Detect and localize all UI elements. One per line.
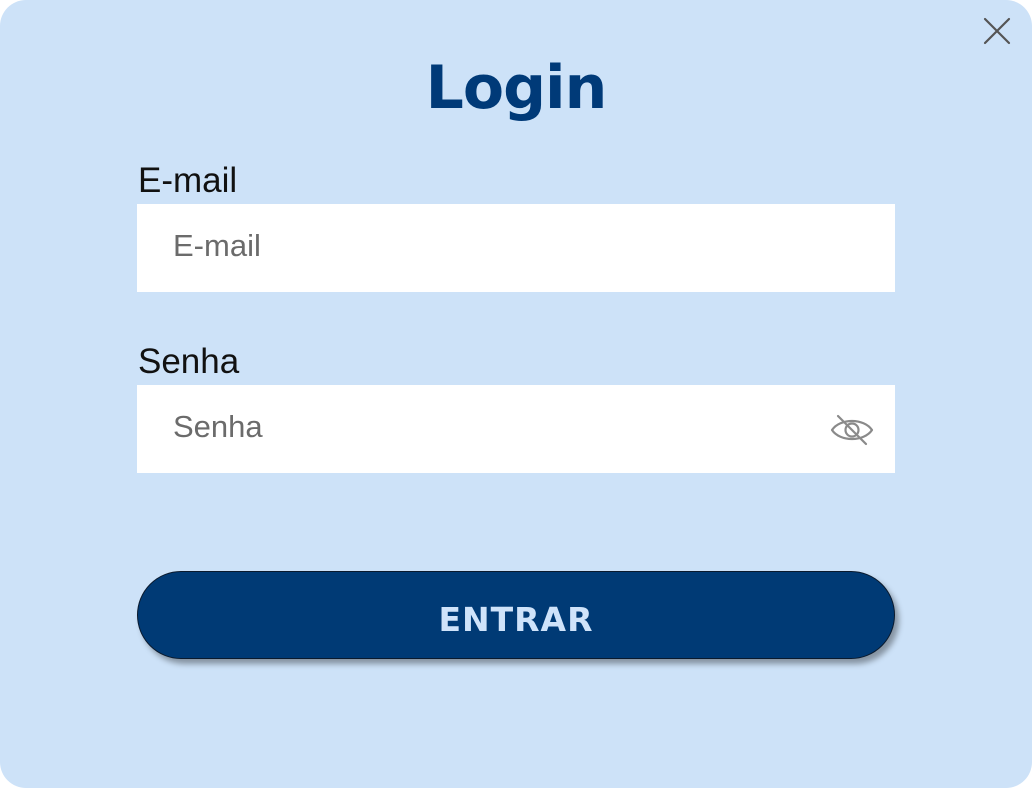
submit-button[interactable]: ENTRAR bbox=[137, 571, 895, 659]
close-icon bbox=[983, 17, 1011, 45]
close-button[interactable] bbox=[980, 14, 1014, 48]
password-input[interactable] bbox=[137, 385, 895, 469]
modal-title: Login bbox=[425, 53, 608, 123]
email-field-container bbox=[137, 204, 895, 292]
login-modal: Login E-mail Senha ENTRAR bbox=[0, 0, 1032, 788]
email-input[interactable] bbox=[137, 204, 895, 288]
password-visibility-toggle[interactable] bbox=[829, 411, 875, 449]
password-field-container bbox=[137, 385, 895, 473]
email-label: E-mail bbox=[138, 161, 238, 200]
eye-off-icon bbox=[830, 414, 874, 446]
password-label: Senha bbox=[138, 342, 240, 381]
